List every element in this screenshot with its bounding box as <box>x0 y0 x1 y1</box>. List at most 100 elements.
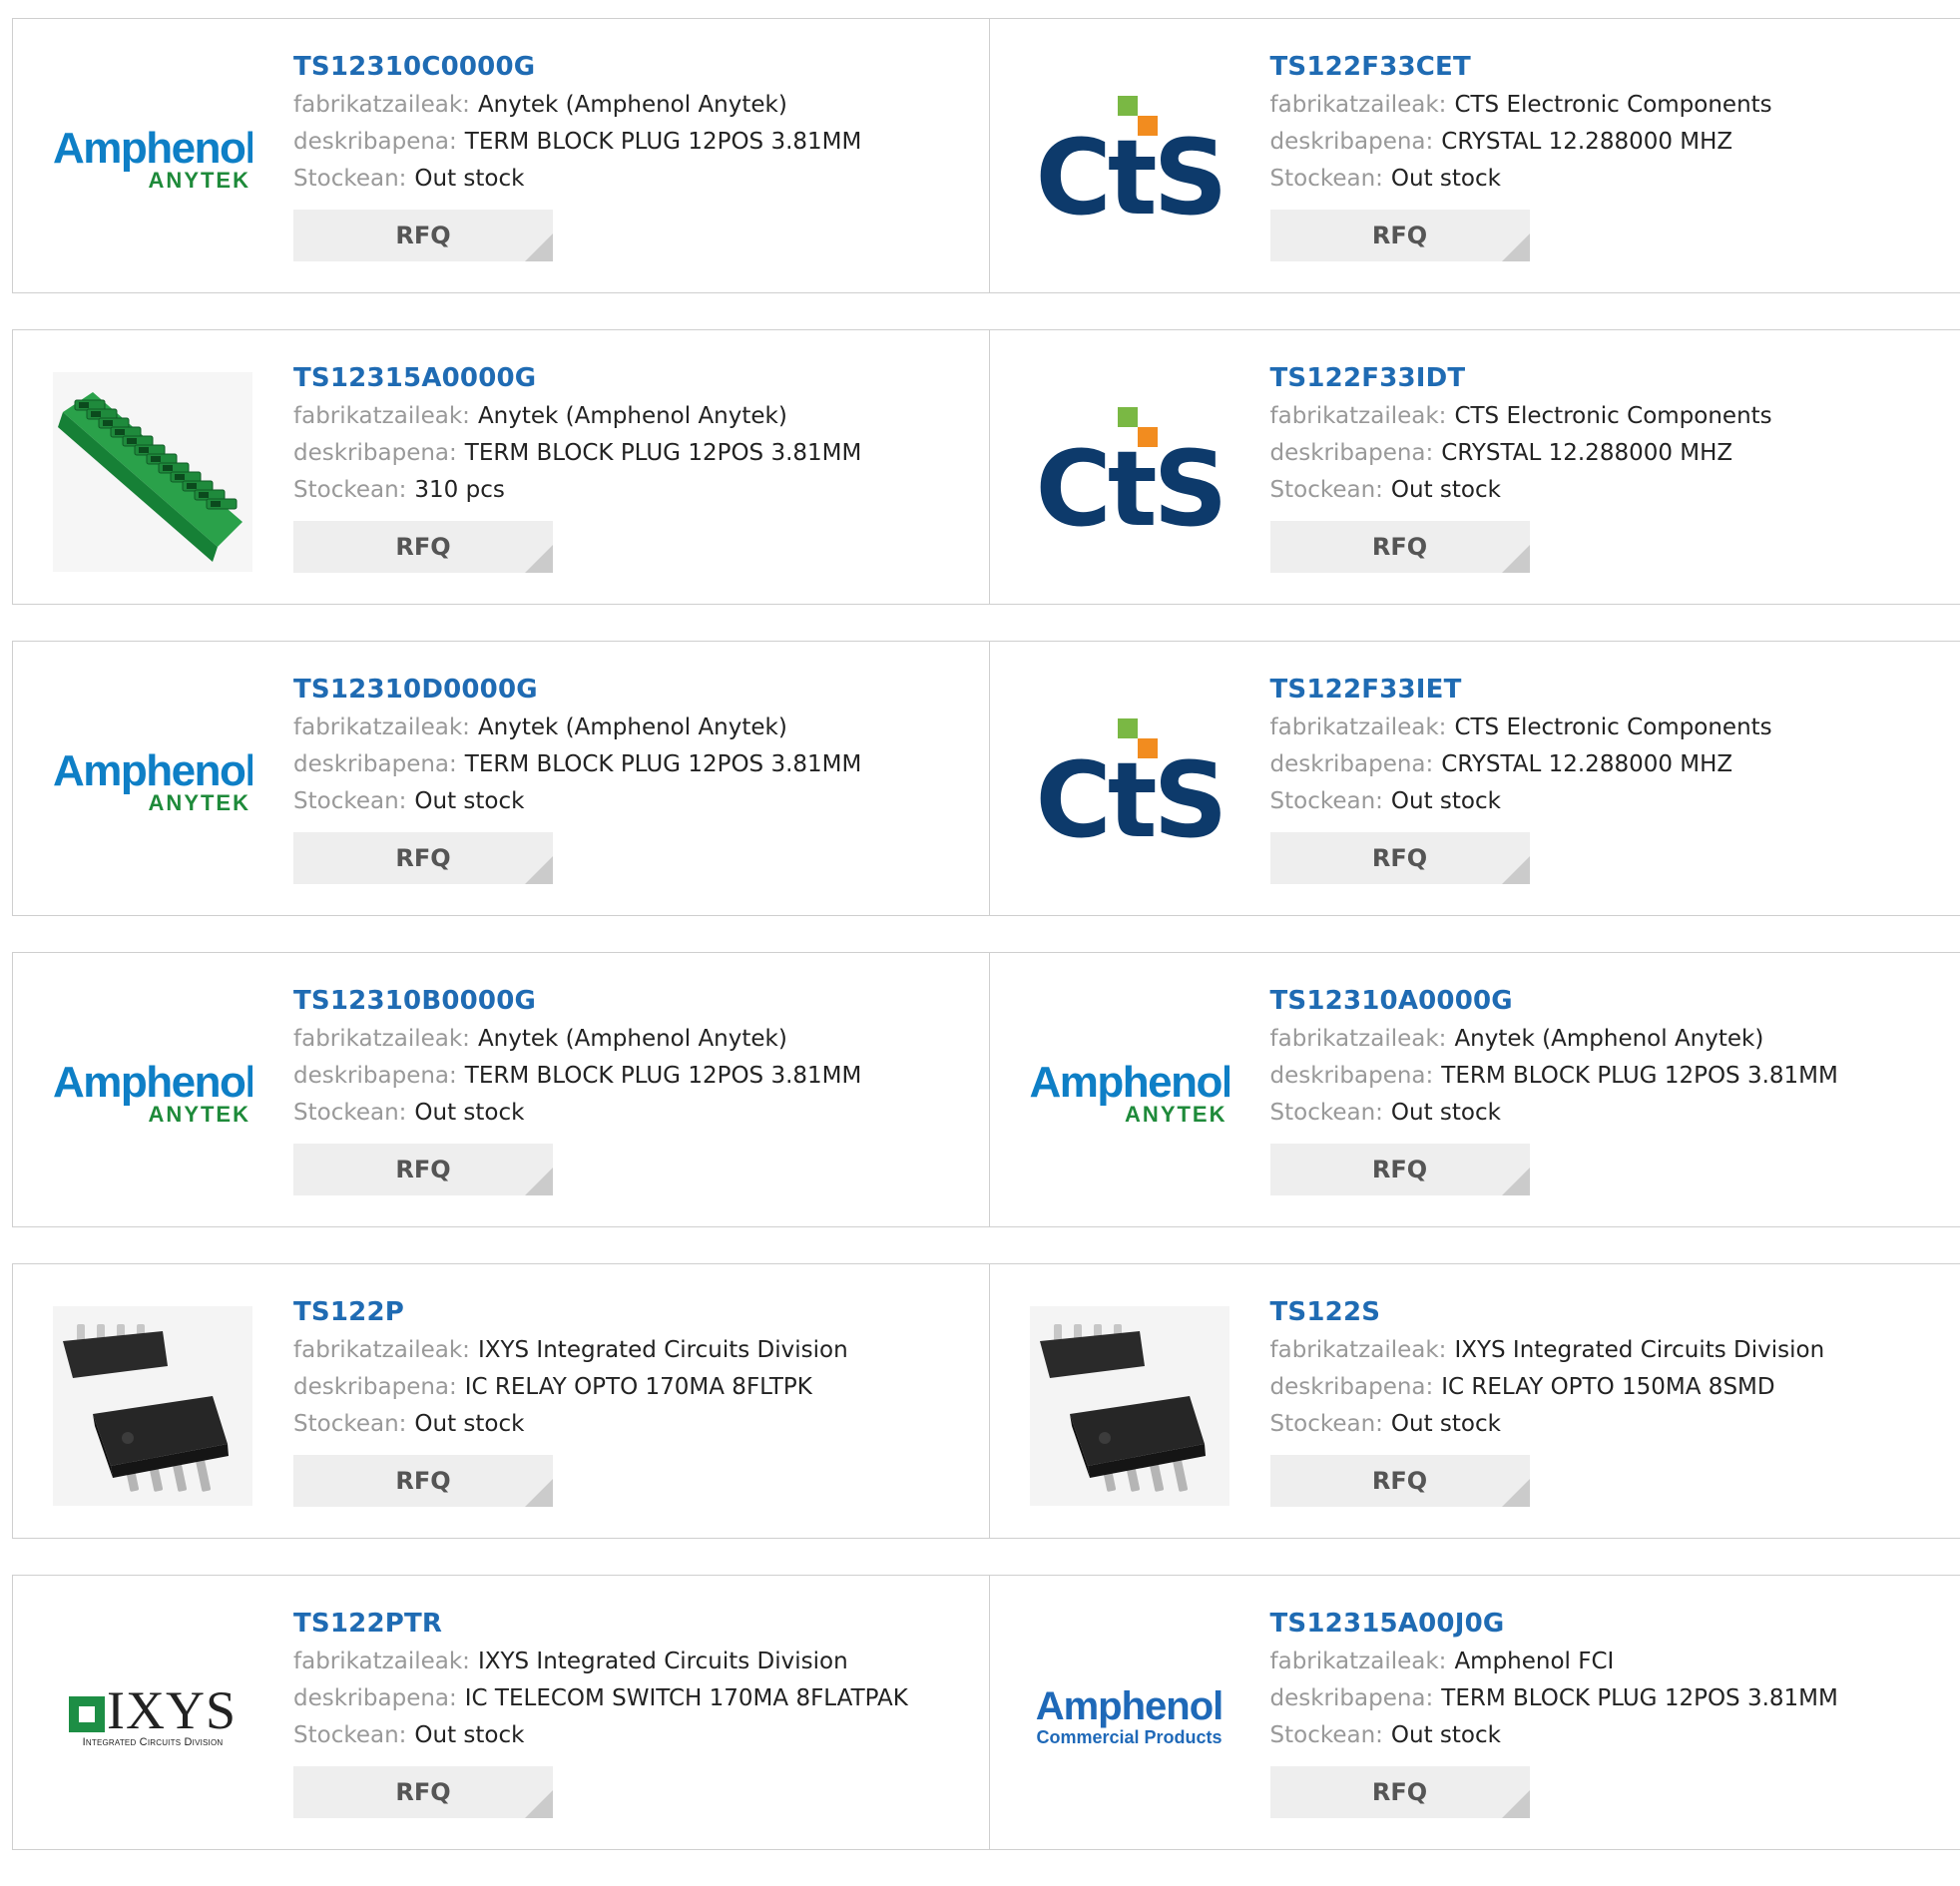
rfq-label: RFQ <box>1372 533 1427 561</box>
rfq-label: RFQ <box>395 844 450 872</box>
stock-label: Stockean: <box>293 166 406 192</box>
part-number-link[interactable]: TS122F33CET <box>1270 47 1772 87</box>
manufacturer-label: fabrikatzaileak: <box>293 714 470 740</box>
terminal-block-photo <box>53 372 252 572</box>
product-image[interactable]: CtS <box>1030 372 1229 572</box>
stock-line: Stockean:Out stock <box>1270 1095 1838 1132</box>
part-number-link[interactable]: TS12315A00J0G <box>1270 1604 1838 1644</box>
product-image[interactable] <box>53 1306 252 1506</box>
product-card: CtSTS122F33IETfabrikatzaileak:CTS Electr… <box>989 642 1960 915</box>
manufacturer-line: fabrikatzaileak:IXYS Integrated Circuits… <box>293 1644 908 1680</box>
part-number-link[interactable]: TS12310B0000G <box>293 981 861 1021</box>
description-value: TERM BLOCK PLUG 12POS 3.81MM <box>1441 1685 1838 1711</box>
part-number-link[interactable]: TS122F33IDT <box>1270 358 1772 398</box>
rfq-button[interactable]: RFQ <box>293 1455 553 1507</box>
manufacturer-label: fabrikatzaileak: <box>1270 1649 1447 1674</box>
part-number-link[interactable]: TS122F33IET <box>1270 670 1772 709</box>
cts-logo: CtS <box>1030 718 1229 848</box>
stock-value: Out stock <box>414 1722 524 1748</box>
part-number-link[interactable]: TS12315A0000G <box>293 358 861 398</box>
product-info: TS122PTRfabrikatzaileak:IXYS Integrated … <box>293 1604 908 1818</box>
manufacturer-value: Amphenol FCI <box>1454 1649 1614 1674</box>
description-label: deskribapena: <box>1270 1063 1434 1089</box>
rfq-corner-decoration <box>1502 1479 1530 1507</box>
ixys-logo: IXYSINTEGRATED CIRCUITS DIVISION <box>53 1685 252 1750</box>
product-image[interactable]: AmphenolANYTEK <box>1030 995 1229 1194</box>
product-image[interactable]: AmphenolCommercial Products <box>1030 1618 1229 1817</box>
manufacturer-line: fabrikatzaileak:CTS Electronic Component… <box>1270 87 1772 124</box>
rfq-label: RFQ <box>1372 1778 1427 1806</box>
rfq-button[interactable]: RFQ <box>1270 210 1530 261</box>
product-card: AmphenolANYTEKTS12310D0000Gfabrikatzaile… <box>13 642 989 915</box>
description-line: deskribapena:TERM BLOCK PLUG 12POS 3.81M… <box>293 746 861 783</box>
rfq-corner-decoration <box>525 234 553 261</box>
part-number-link[interactable]: TS12310D0000G <box>293 670 861 709</box>
stock-line: Stockean: Out stock <box>293 1095 861 1132</box>
part-number-link[interactable]: TS12310A0000G <box>1270 981 1838 1021</box>
stock-line: Stockean:Out stock <box>1270 1717 1838 1754</box>
stock-line: Stockean:Out stock <box>293 161 861 198</box>
manufacturer-label: fabrikatzaileak: <box>293 1649 470 1674</box>
stock-line: Stockean:310 pcs <box>293 472 861 509</box>
description-label: deskribapena: <box>1270 1685 1434 1711</box>
rfq-button[interactable]: RFQ <box>293 1766 553 1818</box>
product-image[interactable]: AmphenolANYTEK <box>53 995 252 1194</box>
part-number-link[interactable]: TS122S <box>1270 1292 1825 1332</box>
manufacturer-label: fabrikatzaileak: <box>1270 92 1447 118</box>
product-row: AmphenolANYTEKTS12310B0000Gfabrikatzaile… <box>12 952 1960 1227</box>
product-card: IXYSINTEGRATED CIRCUITS DIVISION TS122PTR… <box>13 1576 989 1849</box>
product-image[interactable] <box>53 372 252 572</box>
rfq-button[interactable]: RFQ <box>1270 1455 1530 1507</box>
manufacturer-line: fabrikatzaileak:Anytek (Amphenol Anytek) <box>293 709 861 746</box>
product-image[interactable]: IXYSINTEGRATED CIRCUITS DIVISION <box>53 1618 252 1817</box>
rfq-button[interactable]: RFQ <box>1270 1144 1530 1195</box>
description-label: deskribapena: <box>1270 1374 1434 1400</box>
stock-line: Stockean:Out stock <box>1270 161 1772 198</box>
rfq-button[interactable]: RFQ <box>293 832 553 884</box>
product-image[interactable]: AmphenolANYTEK <box>53 61 252 260</box>
product-info: TS12310B0000Gfabrikatzaileak:Anytek (Amp… <box>293 981 861 1195</box>
stock-label: Stockean: <box>293 1411 406 1437</box>
rfq-button[interactable]: RFQ <box>293 210 553 261</box>
stock-value: Out stock <box>414 788 524 814</box>
stock-value: Out stock <box>1391 166 1501 192</box>
manufacturer-label: fabrikatzaileak: <box>1270 403 1447 429</box>
rfq-corner-decoration <box>1502 1790 1530 1818</box>
relay-ic-photo <box>1030 1306 1229 1506</box>
rfq-button[interactable]: RFQ <box>1270 1766 1530 1818</box>
rfq-label: RFQ <box>1372 222 1427 249</box>
stock-label: Stockean: <box>293 1100 406 1126</box>
part-number-link[interactable]: TS12310C0000G <box>293 47 861 87</box>
rfq-button[interactable]: RFQ <box>293 521 553 573</box>
stock-line: Stockean:Out stock <box>1270 472 1772 509</box>
cts-logo: CtS <box>1030 96 1229 226</box>
product-image[interactable]: AmphenolANYTEK <box>53 684 252 883</box>
rfq-label: RFQ <box>395 1467 450 1495</box>
stock-value: Out stock <box>414 1100 524 1126</box>
description-value: TERM BLOCK PLUG 12POS 3.81MM <box>465 440 862 466</box>
rfq-button[interactable]: RFQ <box>1270 832 1530 884</box>
manufacturer-line: fabrikatzaileak:CTS Electronic Component… <box>1270 398 1772 435</box>
product-row: TS122Pfabrikatzaileak:IXYS Integrated Ci… <box>12 1263 1960 1539</box>
product-row: IXYSINTEGRATED CIRCUITS DIVISION TS122PTR… <box>12 1575 1960 1850</box>
stock-line: Stockean:Out stock <box>293 1406 848 1443</box>
product-image[interactable] <box>1030 1306 1229 1506</box>
rfq-button[interactable]: RFQ <box>1270 521 1530 573</box>
manufacturer-label: fabrikatzaileak: <box>293 1337 470 1363</box>
description-line: deskribapena:IC RELAY OPTO 170MA 8FLTPK <box>293 1369 848 1406</box>
product-image[interactable]: CtS <box>1030 61 1229 260</box>
description-value: CRYSTAL 12.288000 MHZ <box>1441 440 1732 466</box>
stock-label: Stockean: <box>293 1722 406 1748</box>
rfq-button[interactable]: RFQ <box>293 1144 553 1195</box>
rfq-corner-decoration <box>525 1479 553 1507</box>
manufacturer-line: fabrikatzaileak:Anytek (Amphenol Anytek) <box>293 398 861 435</box>
product-image[interactable]: CtS <box>1030 684 1229 883</box>
product-info: TS122F33IDTfabrikatzaileak:CTS Electroni… <box>1270 358 1772 573</box>
stock-label: Stockean: <box>1270 1411 1383 1437</box>
rfq-corner-decoration <box>1502 545 1530 573</box>
description-line: deskribapena: TERM BLOCK PLUG 12POS 3.81M… <box>1270 1680 1838 1717</box>
manufacturer-value: Anytek (Amphenol Anytek) <box>478 403 787 429</box>
description-value: TERM BLOCK PLUG 12POS 3.81MM <box>465 1063 862 1089</box>
part-number-link[interactable]: TS122PTR <box>293 1604 908 1644</box>
part-number-link[interactable]: TS122P <box>293 1292 848 1332</box>
